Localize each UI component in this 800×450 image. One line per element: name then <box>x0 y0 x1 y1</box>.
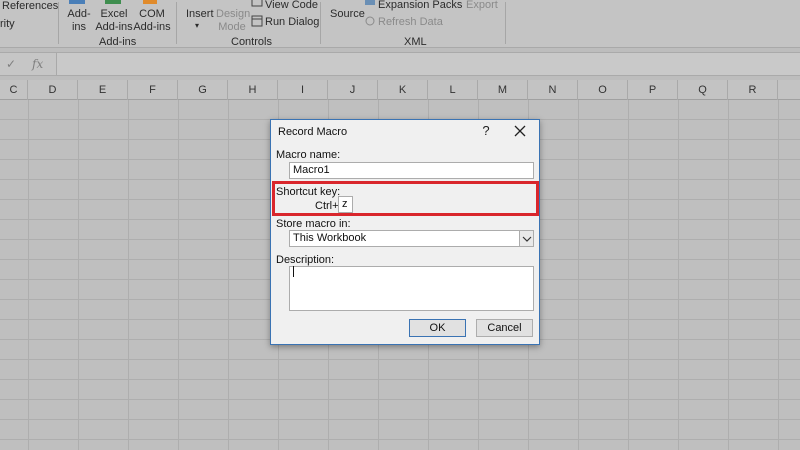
ribbon-separator <box>505 2 506 44</box>
column-header-e[interactable]: E <box>78 80 128 100</box>
description-label: Description: <box>276 254 335 266</box>
macro-name-input[interactable]: Macro1 <box>289 162 534 179</box>
excel-addins-button-line1[interactable]: Excel <box>96 8 132 20</box>
references-button[interactable]: References <box>2 0 58 12</box>
column-header-f[interactable]: F <box>128 80 178 100</box>
addins-icon <box>69 0 85 4</box>
close-icon[interactable] <box>511 122 529 140</box>
dialog-title: Record Macro <box>278 126 348 138</box>
insert-button[interactable]: Insert <box>186 8 214 20</box>
column-header-j[interactable]: J <box>328 80 378 100</box>
group-label-xml: XML <box>404 36 427 48</box>
column-header-m[interactable]: M <box>478 80 528 100</box>
excel-addins-icon <box>105 0 121 4</box>
cancel-button[interactable]: Cancel <box>476 319 533 337</box>
store-macro-label: Store macro in: <box>276 218 351 230</box>
com-addins-icon <box>143 0 157 4</box>
formula-input[interactable] <box>56 53 800 75</box>
help-button[interactable]: ? <box>479 123 493 138</box>
description-textarea[interactable] <box>289 266 534 311</box>
run-dialog-icon <box>251 15 263 27</box>
macro-security-button[interactable]: rity <box>0 18 15 30</box>
design-mode-button-line1[interactable]: Design <box>216 8 250 20</box>
addins-button-line1[interactable]: Add- <box>64 8 94 20</box>
column-header-r[interactable]: R <box>728 80 778 100</box>
column-header-i[interactable]: I <box>278 80 328 100</box>
column-header-l[interactable]: L <box>428 80 478 100</box>
store-macro-select[interactable]: This Workbook <box>289 230 534 247</box>
expansion-packs-button[interactable]: Expansion Packs <box>378 0 462 11</box>
shortcut-key-input[interactable]: z <box>338 196 353 213</box>
record-macro-dialog: Record Macro ? Macro name: Macro1 Shortc… <box>270 119 540 345</box>
column-header-g[interactable]: G <box>178 80 228 100</box>
export-button[interactable]: Export <box>466 0 498 11</box>
column-header-c[interactable]: C <box>0 80 28 100</box>
insert-dropdown-icon[interactable]: ▾ <box>195 20 199 32</box>
shortcut-key-label: Shortcut key: <box>276 186 341 198</box>
text-caret <box>293 266 294 277</box>
ribbon-separator <box>320 2 321 44</box>
column-header-q[interactable]: Q <box>678 80 728 100</box>
column-header-d[interactable]: D <box>28 80 78 100</box>
ok-button[interactable]: OK <box>409 319 466 337</box>
column-header-p[interactable]: P <box>628 80 678 100</box>
column-header-n[interactable]: N <box>528 80 578 100</box>
store-macro-value: This Workbook <box>293 232 367 244</box>
insert-function-button[interactable]: fx <box>32 57 43 71</box>
ribbon-separator <box>176 2 177 44</box>
group-label-controls: Controls <box>231 36 272 48</box>
com-addins-button-line1[interactable]: COM <box>136 8 168 20</box>
macro-name-label: Macro name: <box>276 149 341 161</box>
excel-addins-button-line2[interactable]: Add-ins <box>94 21 134 33</box>
ribbon: References rity Add- ins Excel Add-ins C… <box>0 0 800 48</box>
com-addins-button-line2[interactable]: Add-ins <box>132 21 172 33</box>
source-button[interactable]: Source <box>330 8 365 20</box>
column-header-o[interactable]: O <box>578 80 628 100</box>
column-header-k[interactable]: K <box>378 80 428 100</box>
refresh-data-button[interactable]: Refresh Data <box>378 16 443 28</box>
refresh-data-icon <box>365 16 375 26</box>
formula-bar: ✓ fx <box>0 52 800 76</box>
ctrl-label: Ctrl+ <box>315 200 339 212</box>
run-dialog-button[interactable]: Run Dialog <box>265 16 319 28</box>
view-code-button[interactable]: View Code <box>265 0 318 11</box>
design-mode-button-line2[interactable]: Mode <box>216 21 248 33</box>
addins-button-line2[interactable]: ins <box>64 21 94 33</box>
view-code-icon <box>251 0 263 7</box>
enter-check-icon[interactable]: ✓ <box>6 57 16 71</box>
chevron-down-icon[interactable] <box>519 231 533 246</box>
group-label-addins: Add-ins <box>99 36 137 48</box>
column-headers: CDEFGHIJKLMNOPQR <box>0 80 800 100</box>
expansion-packs-icon <box>365 0 375 5</box>
ribbon-separator <box>58 2 59 44</box>
column-header-h[interactable]: H <box>228 80 278 100</box>
